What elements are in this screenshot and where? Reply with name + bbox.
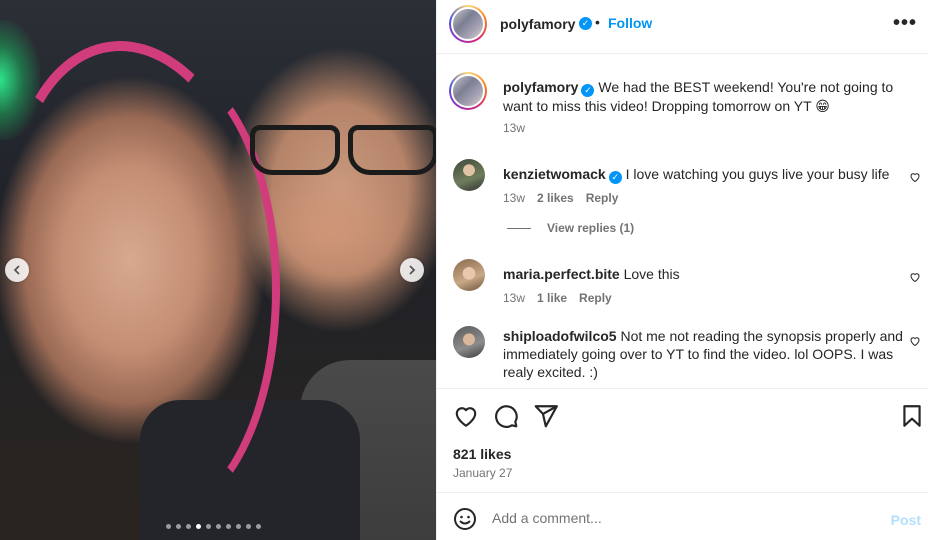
comment-username[interactable]: shiploadofwilco5 <box>503 328 617 344</box>
follow-button[interactable]: Follow <box>608 15 652 31</box>
carousel-dot <box>166 524 171 529</box>
carousel-dots <box>166 524 261 529</box>
post-date: January 27 <box>453 466 513 480</box>
comment-time: 13w <box>503 291 526 305</box>
comment-likes-count[interactable]: 2 likes <box>537 191 574 205</box>
post-details-panel: polyfamory ✓ • Follow ••• polyfamory ✓ We… <box>436 0 928 540</box>
caption-meta: 13w <box>503 121 525 135</box>
more-options-icon[interactable]: ••• <box>893 12 917 35</box>
verified-badge-icon: ✓ <box>581 84 595 97</box>
carousel-dot <box>196 524 201 529</box>
comment-meta: 13w 1 like Reply <box>503 291 612 305</box>
comment-avatar[interactable] <box>453 259 485 291</box>
carousel-dot <box>216 524 221 529</box>
chevron-left-icon <box>13 265 20 275</box>
comment-text: Love this <box>623 266 680 282</box>
comment-like-heart-icon[interactable] <box>909 335 921 347</box>
share-icon[interactable] <box>533 403 559 429</box>
carousel-dot <box>206 524 211 529</box>
author-avatar[interactable] <box>449 5 487 43</box>
post-actions: 821 likes January 27 <box>437 388 928 492</box>
view-replies-line <box>507 227 531 229</box>
caption-time: 13w <box>503 121 526 135</box>
comment-likes-count[interactable]: 1 like <box>537 291 567 305</box>
glasses <box>250 125 436 180</box>
carousel-dot <box>256 524 261 529</box>
comment-username[interactable]: maria.perfect.bite <box>503 266 620 282</box>
carousel-dot <box>176 524 181 529</box>
comment-avatar[interactable] <box>453 159 485 191</box>
verified-badge-icon: ✓ <box>579 17 592 30</box>
comment-like-heart-icon[interactable] <box>909 171 921 183</box>
comment-icon[interactable] <box>493 403 519 429</box>
comment-meta: 13w 2 likes Reply <box>503 191 618 205</box>
pink-hair-right <box>40 60 280 520</box>
carousel-next-button[interactable] <box>400 258 424 282</box>
carousel-dot <box>186 524 191 529</box>
comment-reply-button[interactable]: Reply <box>579 291 612 305</box>
comment-text-block: shiploadofwilco5 Not me not reading the … <box>503 327 903 381</box>
carousel-dot <box>226 524 231 529</box>
comment-username[interactable]: kenzietwomack <box>503 166 606 182</box>
comment-time: 13w <box>503 191 526 205</box>
caption-username[interactable]: polyfamory <box>503 79 578 95</box>
comments-list[interactable]: polyfamory ✓ We had the BEST weekend! You… <box>437 55 928 388</box>
post-photo[interactable] <box>0 0 436 540</box>
bookmark-icon[interactable] <box>899 403 925 429</box>
comment-text-block: maria.perfect.bite Love this <box>503 265 923 283</box>
heart-icon[interactable] <box>453 403 479 429</box>
view-replies-label: View replies (1) <box>547 221 635 235</box>
comment-text: I love watching you guys live your busy … <box>625 166 890 182</box>
carousel-dot <box>246 524 251 529</box>
comment-text-block: kenzietwomack ✓ I love watching you guys … <box>503 165 923 184</box>
caption-author-avatar[interactable] <box>449 72 487 110</box>
comment-input[interactable] <box>492 505 872 531</box>
header-separator: • <box>595 14 600 30</box>
comment-like-heart-icon[interactable] <box>909 271 921 283</box>
comment-reply-button[interactable]: Reply <box>586 191 619 205</box>
chevron-right-icon <box>409 265 416 275</box>
likes-count[interactable]: 821 likes <box>453 446 511 462</box>
caption-text-block: polyfamory ✓ We had the BEST weekend! You… <box>503 78 923 115</box>
emoji-icon[interactable] <box>453 507 477 531</box>
view-replies-button[interactable]: View replies (1) <box>507 221 634 235</box>
author-username[interactable]: polyfamory <box>500 16 575 32</box>
comment-avatar[interactable] <box>453 326 485 358</box>
verified-badge-icon: ✓ <box>608 171 622 184</box>
post-comment-button[interactable]: Post <box>891 512 921 528</box>
post-header: polyfamory ✓ • Follow ••• <box>437 0 928 54</box>
carousel-prev-button[interactable] <box>5 258 29 282</box>
add-comment-bar: Post <box>437 492 928 540</box>
carousel-dot <box>236 524 241 529</box>
